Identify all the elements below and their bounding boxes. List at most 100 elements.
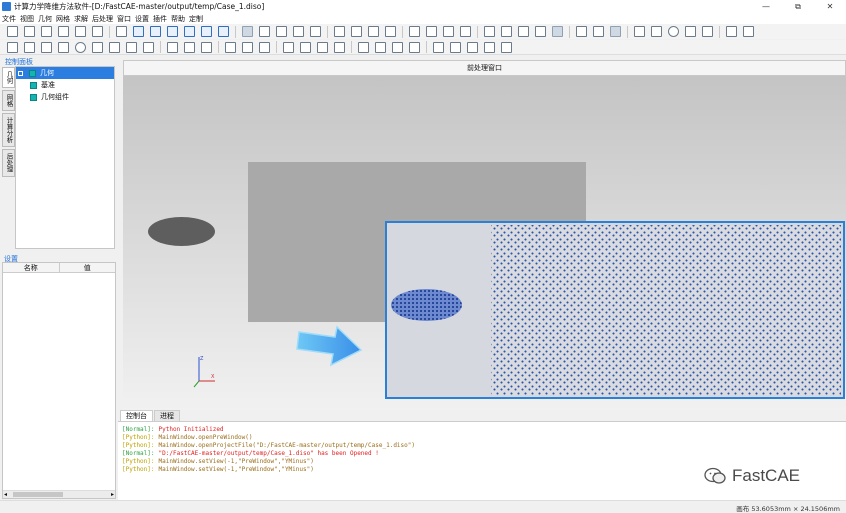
menu-help[interactable]: 帮助: [171, 14, 185, 24]
pick-point-icon[interactable]: [259, 26, 270, 37]
menu-window[interactable]: 窗口: [117, 14, 131, 24]
chamfer-icon[interactable]: [184, 41, 195, 53]
redo-icon[interactable]: [743, 26, 754, 37]
create-cone-icon[interactable]: [58, 41, 69, 53]
create-line-icon[interactable]: [109, 41, 120, 53]
boolean-fuse-icon[interactable]: [242, 41, 253, 53]
pick-solid-icon[interactable]: [310, 26, 321, 37]
select-filter-icon[interactable]: [242, 26, 253, 37]
tab-analysis[interactable]: 计算分析: [2, 113, 15, 147]
variable-fillet-icon[interactable]: [201, 41, 212, 53]
tab-mesh[interactable]: 网格: [2, 90, 15, 111]
axis-neg-z-icon[interactable]: [218, 26, 229, 37]
move-icon[interactable]: [300, 41, 311, 53]
menu-customize[interactable]: 定制: [189, 14, 203, 24]
sweep-icon[interactable]: [409, 41, 420, 53]
extrude-icon[interactable]: [358, 41, 369, 53]
measure-icon[interactable]: [501, 41, 512, 53]
close-button[interactable]: ✕: [814, 0, 846, 13]
view-right-icon[interactable]: [535, 26, 546, 37]
axis-x-icon[interactable]: [133, 26, 144, 37]
fill-hole-icon[interactable]: [450, 41, 461, 53]
boolean-cut-icon[interactable]: [225, 41, 236, 53]
mirror-icon[interactable]: [283, 41, 294, 53]
display-surface-icon[interactable]: [610, 26, 621, 37]
scroll-thumb[interactable]: [13, 492, 63, 497]
axis-y-icon[interactable]: [150, 26, 161, 37]
create-sketch-icon[interactable]: [7, 41, 18, 53]
geometry-box-icon[interactable]: [634, 26, 645, 37]
geometry-torus-icon[interactable]: [702, 26, 713, 37]
tab-geometry[interactable]: 几何: [2, 67, 15, 88]
menu-view[interactable]: 视图: [20, 14, 34, 24]
view-left-icon[interactable]: [518, 26, 529, 37]
menu-settings[interactable]: 设置: [135, 14, 149, 24]
tab-process[interactable]: 进程: [154, 410, 180, 421]
view-back-icon[interactable]: [501, 26, 512, 37]
scroll-left-icon[interactable]: ◂: [4, 491, 7, 498]
fillet-icon[interactable]: [167, 41, 178, 53]
box-select-cell-icon[interactable]: [385, 26, 396, 37]
create-rectangle-icon[interactable]: [92, 41, 103, 53]
open-file-icon[interactable]: [24, 26, 35, 37]
svg-text:X: X: [211, 374, 215, 380]
scroll-right-icon[interactable]: ▸: [111, 491, 114, 498]
geometry-cylinder-icon[interactable]: [651, 26, 662, 37]
create-point-icon[interactable]: [126, 41, 137, 53]
import-icon[interactable]: [75, 26, 86, 37]
pick-edge-icon[interactable]: [276, 26, 287, 37]
horizontal-scrollbar[interactable]: ◂ ▸: [3, 490, 115, 498]
geometry-sphere-icon[interactable]: [668, 26, 679, 37]
create-face-icon[interactable]: [143, 41, 154, 53]
new-file-icon[interactable]: [7, 26, 18, 37]
menu-file[interactable]: 文件: [2, 14, 16, 24]
revolve-icon[interactable]: [375, 41, 386, 53]
menu-geometry[interactable]: 几何: [38, 14, 52, 24]
view-top-icon[interactable]: [552, 26, 563, 37]
menu-solve[interactable]: 求解: [74, 14, 88, 24]
select-cell-icon[interactable]: [351, 26, 362, 37]
tree-expand-icon[interactable]: [18, 70, 23, 76]
pick-face-icon[interactable]: [293, 26, 304, 37]
axis-neg-x-icon[interactable]: [184, 26, 195, 37]
create-cylinder-icon[interactable]: [41, 41, 52, 53]
grid-view-icon[interactable]: [116, 26, 127, 37]
tab-postprocess[interactable]: 后处理: [2, 149, 15, 177]
create-sphere-icon[interactable]: [75, 41, 86, 53]
select-node-icon[interactable]: [334, 26, 345, 37]
undo-icon[interactable]: [726, 26, 737, 37]
remove-face-icon[interactable]: [467, 41, 478, 53]
tab-console[interactable]: 控制台: [120, 410, 153, 421]
mesh-points-icon[interactable]: [460, 26, 471, 37]
mesh-wireframe-icon[interactable]: [426, 26, 437, 37]
export-icon[interactable]: [92, 26, 103, 37]
box-select-node-icon[interactable]: [368, 26, 379, 37]
tree-item-datum[interactable]: 基准: [16, 79, 114, 91]
create-box-icon[interactable]: [24, 41, 35, 53]
axis-neg-y-icon[interactable]: [201, 26, 212, 37]
3d-viewport[interactable]: Z X: [123, 76, 846, 410]
menu-plugins[interactable]: 插件: [153, 14, 167, 24]
menu-mesh[interactable]: 网格: [56, 14, 70, 24]
mesh-surface-icon[interactable]: [443, 26, 454, 37]
gray-ellipse-shape[interactable]: [148, 217, 215, 246]
geometry-cone-icon[interactable]: [685, 26, 696, 37]
axis-z-icon[interactable]: [167, 26, 178, 37]
boolean-common-icon[interactable]: [259, 41, 270, 53]
minimize-button[interactable]: —: [750, 0, 782, 13]
array-icon[interactable]: [334, 41, 345, 53]
tree-item-geometry-components[interactable]: 几何组件: [16, 91, 114, 103]
split-icon[interactable]: [433, 41, 444, 53]
save-icon[interactable]: [41, 26, 52, 37]
menu-postprocess[interactable]: 后处理: [92, 14, 113, 24]
loft-icon[interactable]: [392, 41, 403, 53]
restore-button[interactable]: ⧉: [782, 0, 814, 13]
display-points-icon[interactable]: [576, 26, 587, 37]
datum-plane-icon[interactable]: [484, 41, 495, 53]
tree-item-geometry[interactable]: 几何: [16, 67, 114, 79]
rotate-icon[interactable]: [317, 41, 328, 53]
view-front-icon[interactable]: [484, 26, 495, 37]
save-as-icon[interactable]: [58, 26, 69, 37]
mesh-display-icon[interactable]: [409, 26, 420, 37]
display-wire-icon[interactable]: [593, 26, 604, 37]
